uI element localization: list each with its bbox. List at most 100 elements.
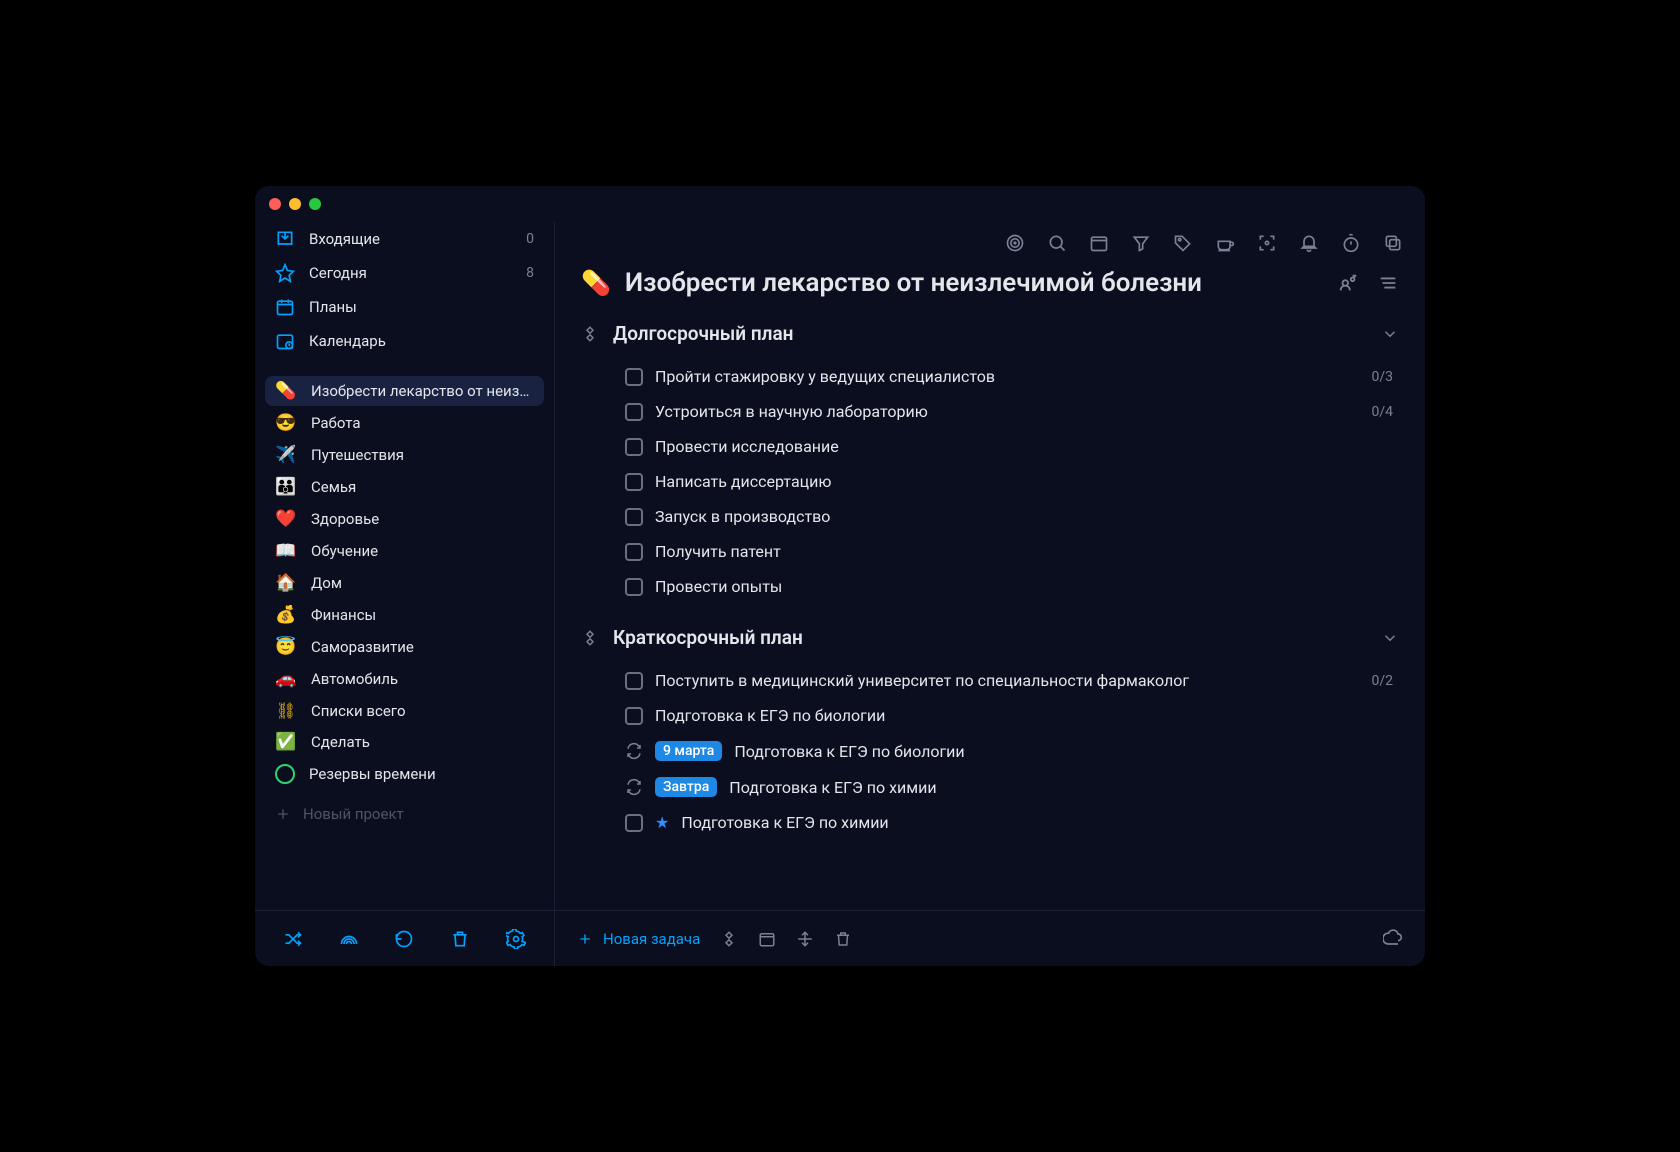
checkbox[interactable] [625,543,643,561]
project-item[interactable]: 👪Семья [265,472,544,502]
settings-button[interactable] [506,929,526,949]
checkbox[interactable] [625,814,643,832]
chevron-down-icon [1381,629,1399,647]
task-label: Подготовка к ЕГЭ по биологии [655,706,885,725]
project-item[interactable]: ✈️Путешествия [265,440,544,470]
copy-button[interactable] [1383,233,1403,253]
project-label: Изобрести лекарство от неизлечимой болез… [311,382,534,400]
sidebar-scroll: Входящие 0 Сегодня 8 Планы Календарь [255,222,554,910]
focus-button[interactable] [1257,233,1277,253]
checkbox[interactable] [625,707,643,725]
project-item[interactable]: 📖Обучение [265,536,544,566]
task-label: Провести исследование [655,437,839,456]
section-title: Долгосрочный план [613,322,793,345]
checkbox[interactable] [625,368,643,386]
task-row[interactable]: 9 мартаПодготовка к ЕГЭ по биологии [625,735,1399,767]
task-label: Пройти стажировку у ведущих специалистов [655,367,995,386]
task-label: Устроиться в научную лабораторию [655,402,928,421]
footer-trash-button[interactable] [834,930,852,948]
task-row[interactable]: Запуск в производство [625,501,1399,532]
new-task-button[interactable]: Новая задача [577,930,700,948]
task-row[interactable]: ЗавтраПодготовка к ЕГЭ по химии [625,771,1399,803]
calendar-clock-icon [275,331,295,351]
footer-section-button[interactable] [720,930,738,948]
sidebar-nav-calendar[interactable]: Календарь [265,324,544,358]
footer-move-button[interactable] [796,930,814,948]
rainbow-button[interactable] [339,929,359,949]
checkbox[interactable] [625,473,643,491]
new-project-button[interactable]: Новый проект [265,797,544,831]
task-row[interactable]: Подготовка к ЕГЭ по биологии [625,700,1399,731]
project-label: Саморазвитие [311,638,414,656]
task-list: Пройти стажировку у ведущих специалистов… [581,355,1399,612]
chevron-down-icon [1381,325,1399,343]
tag-button[interactable] [1173,233,1193,253]
project-list: 💊Изобрести лекарство от неизлечимой боле… [265,376,544,789]
top-toolbar [555,222,1425,264]
trash-button[interactable] [450,929,470,949]
shuffle-button[interactable] [283,929,303,949]
project-item[interactable]: 🏠Дом [265,568,544,598]
checkbox[interactable] [625,672,643,690]
date-pill: 9 марта [655,741,722,761]
history-button[interactable] [394,929,414,949]
search-button[interactable] [1047,233,1067,253]
minimize-window-button[interactable] [289,198,301,210]
task-row[interactable]: Получить патент [625,536,1399,567]
project-item[interactable]: ❤️Здоровье [265,504,544,534]
project-emoji: ✅ [275,732,297,752]
bell-button[interactable] [1299,233,1319,253]
project-item[interactable]: ✅ Сделать [265,727,544,757]
task-label: Получить патент [655,542,781,561]
sidebar-nav-plans[interactable]: Планы [265,290,544,324]
target-button[interactable] [1005,233,1025,253]
recurring-icon [625,742,643,760]
nav-label: Календарь [309,332,386,350]
sync-button[interactable] [1383,929,1403,949]
project-item[interactable]: ⛓Списки всего [265,696,544,725]
project-emoji: ✈️ [275,445,297,465]
title-actions [1337,272,1399,294]
project-item[interactable]: 😇Саморазвитие [265,632,544,662]
nav-label: Планы [309,298,357,316]
task-label: Запуск в производство [655,507,830,526]
sidebar-nav-inbox[interactable]: Входящие 0 [265,222,544,256]
stopwatch-button[interactable] [1341,233,1361,253]
project-label: Резервы времени [309,765,436,783]
task-row[interactable]: ★Подготовка к ЕГЭ по химии [625,807,1399,838]
section-header[interactable]: Долгосрочный план [581,308,1399,355]
close-window-button[interactable] [269,198,281,210]
section-title: Краткосрочный план [613,626,803,649]
project-item[interactable]: 🚗Автомобиль [265,664,544,694]
project-item[interactable]: 😎Работа [265,408,544,438]
project-item[interactable]: Резервы времени [265,759,544,789]
checkbox[interactable] [625,508,643,526]
coffee-button[interactable] [1215,233,1235,253]
task-row[interactable]: Написать диссертацию [625,466,1399,497]
task-row[interactable]: Пройти стажировку у ведущих специалистов… [625,361,1399,392]
app-body: Входящие 0 Сегодня 8 Планы Календарь [255,222,1425,966]
section-header[interactable]: Краткосрочный план [581,612,1399,659]
task-row[interactable]: Провести опыты [625,571,1399,602]
checkbox[interactable] [625,578,643,596]
task-row[interactable]: Устроиться в научную лабораторию0/4 [625,396,1399,427]
sidebar-nav-today[interactable]: Сегодня 8 [265,256,544,290]
footer-calendar-button[interactable] [758,930,776,948]
recurring-icon [625,778,643,796]
project-item[interactable]: 💰Финансы [265,600,544,630]
filter-button[interactable] [1131,233,1151,253]
share-button[interactable] [1337,272,1359,294]
task-list: Поступить в медицинский университет по с… [581,659,1399,848]
project-emoji: 📖 [275,541,297,561]
checkbox[interactable] [625,438,643,456]
task-row[interactable]: Провести исследование [625,431,1399,462]
project-item[interactable]: 💊Изобрести лекарство от неизлечимой боле… [265,376,544,406]
checkbox[interactable] [625,403,643,421]
app-window: Входящие 0 Сегодня 8 Планы Календарь [255,186,1425,966]
project-label: Сделать [311,733,370,751]
chain-icon: ⛓ [275,701,297,720]
calendar-button[interactable] [1089,233,1109,253]
menu-button[interactable] [1377,272,1399,294]
task-row[interactable]: Поступить в медицинский университет по с… [625,665,1399,696]
maximize-window-button[interactable] [309,198,321,210]
